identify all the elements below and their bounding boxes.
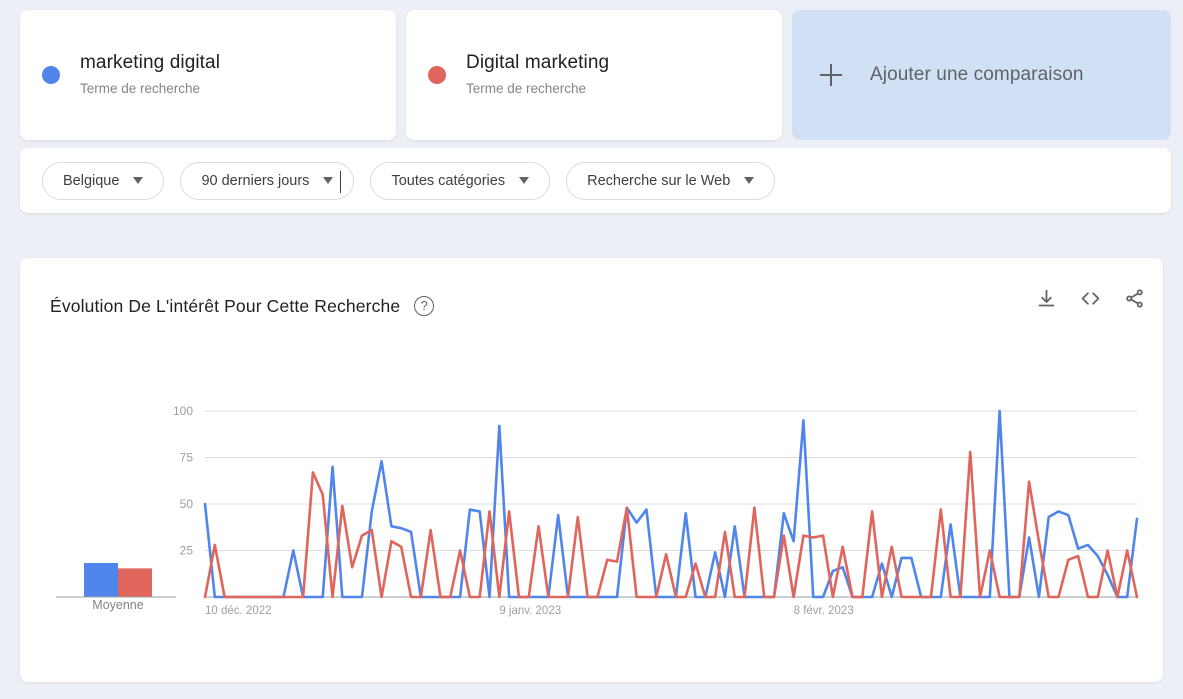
svg-text:8 févr. 2023: 8 févr. 2023 (794, 605, 854, 617)
chevron-down-icon (323, 177, 334, 184)
search-term-subtitle: Terme de recherche (466, 81, 587, 96)
google-trends-page: marketing digital Terme de recherche Dig… (0, 0, 1183, 699)
trends-line-chart[interactable]: 25 50 75 100 10 déc. 2022 9 janv. 2023 8 févr.… (20, 258, 1163, 682)
filter-timerange-label: 90 derniers jours (201, 172, 310, 189)
search-term-title: Digital marketing (466, 52, 610, 73)
search-term-subtitle: Terme de recherche (80, 81, 201, 96)
filter-category[interactable]: Toutes catégories (370, 161, 551, 200)
top-band: marketing digital Terme de recherche Dig… (0, 0, 1183, 229)
svg-text:10 déc. 2022: 10 déc. 2022 (205, 605, 272, 617)
filter-location[interactable]: Belgique (42, 161, 165, 200)
svg-text:50: 50 (180, 497, 194, 511)
add-comparison-button[interactable]: Ajouter une comparaison (792, 10, 1171, 140)
series-color-dot-red (428, 66, 446, 84)
chevron-down-icon (744, 177, 755, 184)
series-color-dot-blue (42, 66, 60, 84)
filter-search-type[interactable]: Recherche sur le Web (566, 161, 776, 200)
filter-bar: Belgique 90 derniers jours Toutes catégo… (20, 148, 1171, 213)
search-term-card-2[interactable]: Digital marketing Terme de recherche (406, 10, 782, 140)
filter-search-type-label: Recherche sur le Web (587, 172, 731, 189)
filter-timerange[interactable]: 90 derniers jours (180, 161, 355, 200)
chart-plot-area: 25 50 75 100 10 déc. 2022 9 janv. 2023 8 févr.… (20, 258, 1163, 682)
plus-icon (820, 64, 842, 86)
interest-over-time-card: Évolution De L'intérêt Pour Cette Recher… (20, 258, 1163, 682)
search-term-card-1[interactable]: marketing digital Terme de recherche (20, 10, 396, 140)
svg-text:25: 25 (180, 544, 194, 558)
svg-text:75: 75 (180, 451, 194, 465)
chevron-down-icon (133, 177, 144, 184)
svg-text:9 janv. 2023: 9 janv. 2023 (499, 605, 561, 617)
chevron-down-icon (519, 177, 530, 184)
search-term-title: marketing digital (80, 52, 221, 73)
filter-category-label: Toutes catégories (391, 172, 506, 189)
average-label: Moyenne (92, 598, 144, 612)
add-comparison-label: Ajouter une comparaison (870, 64, 1084, 85)
search-terms-row: marketing digital Terme de recherche Dig… (20, 10, 1171, 140)
svg-text:100: 100 (173, 404, 193, 418)
filter-location-label: Belgique (63, 172, 120, 189)
